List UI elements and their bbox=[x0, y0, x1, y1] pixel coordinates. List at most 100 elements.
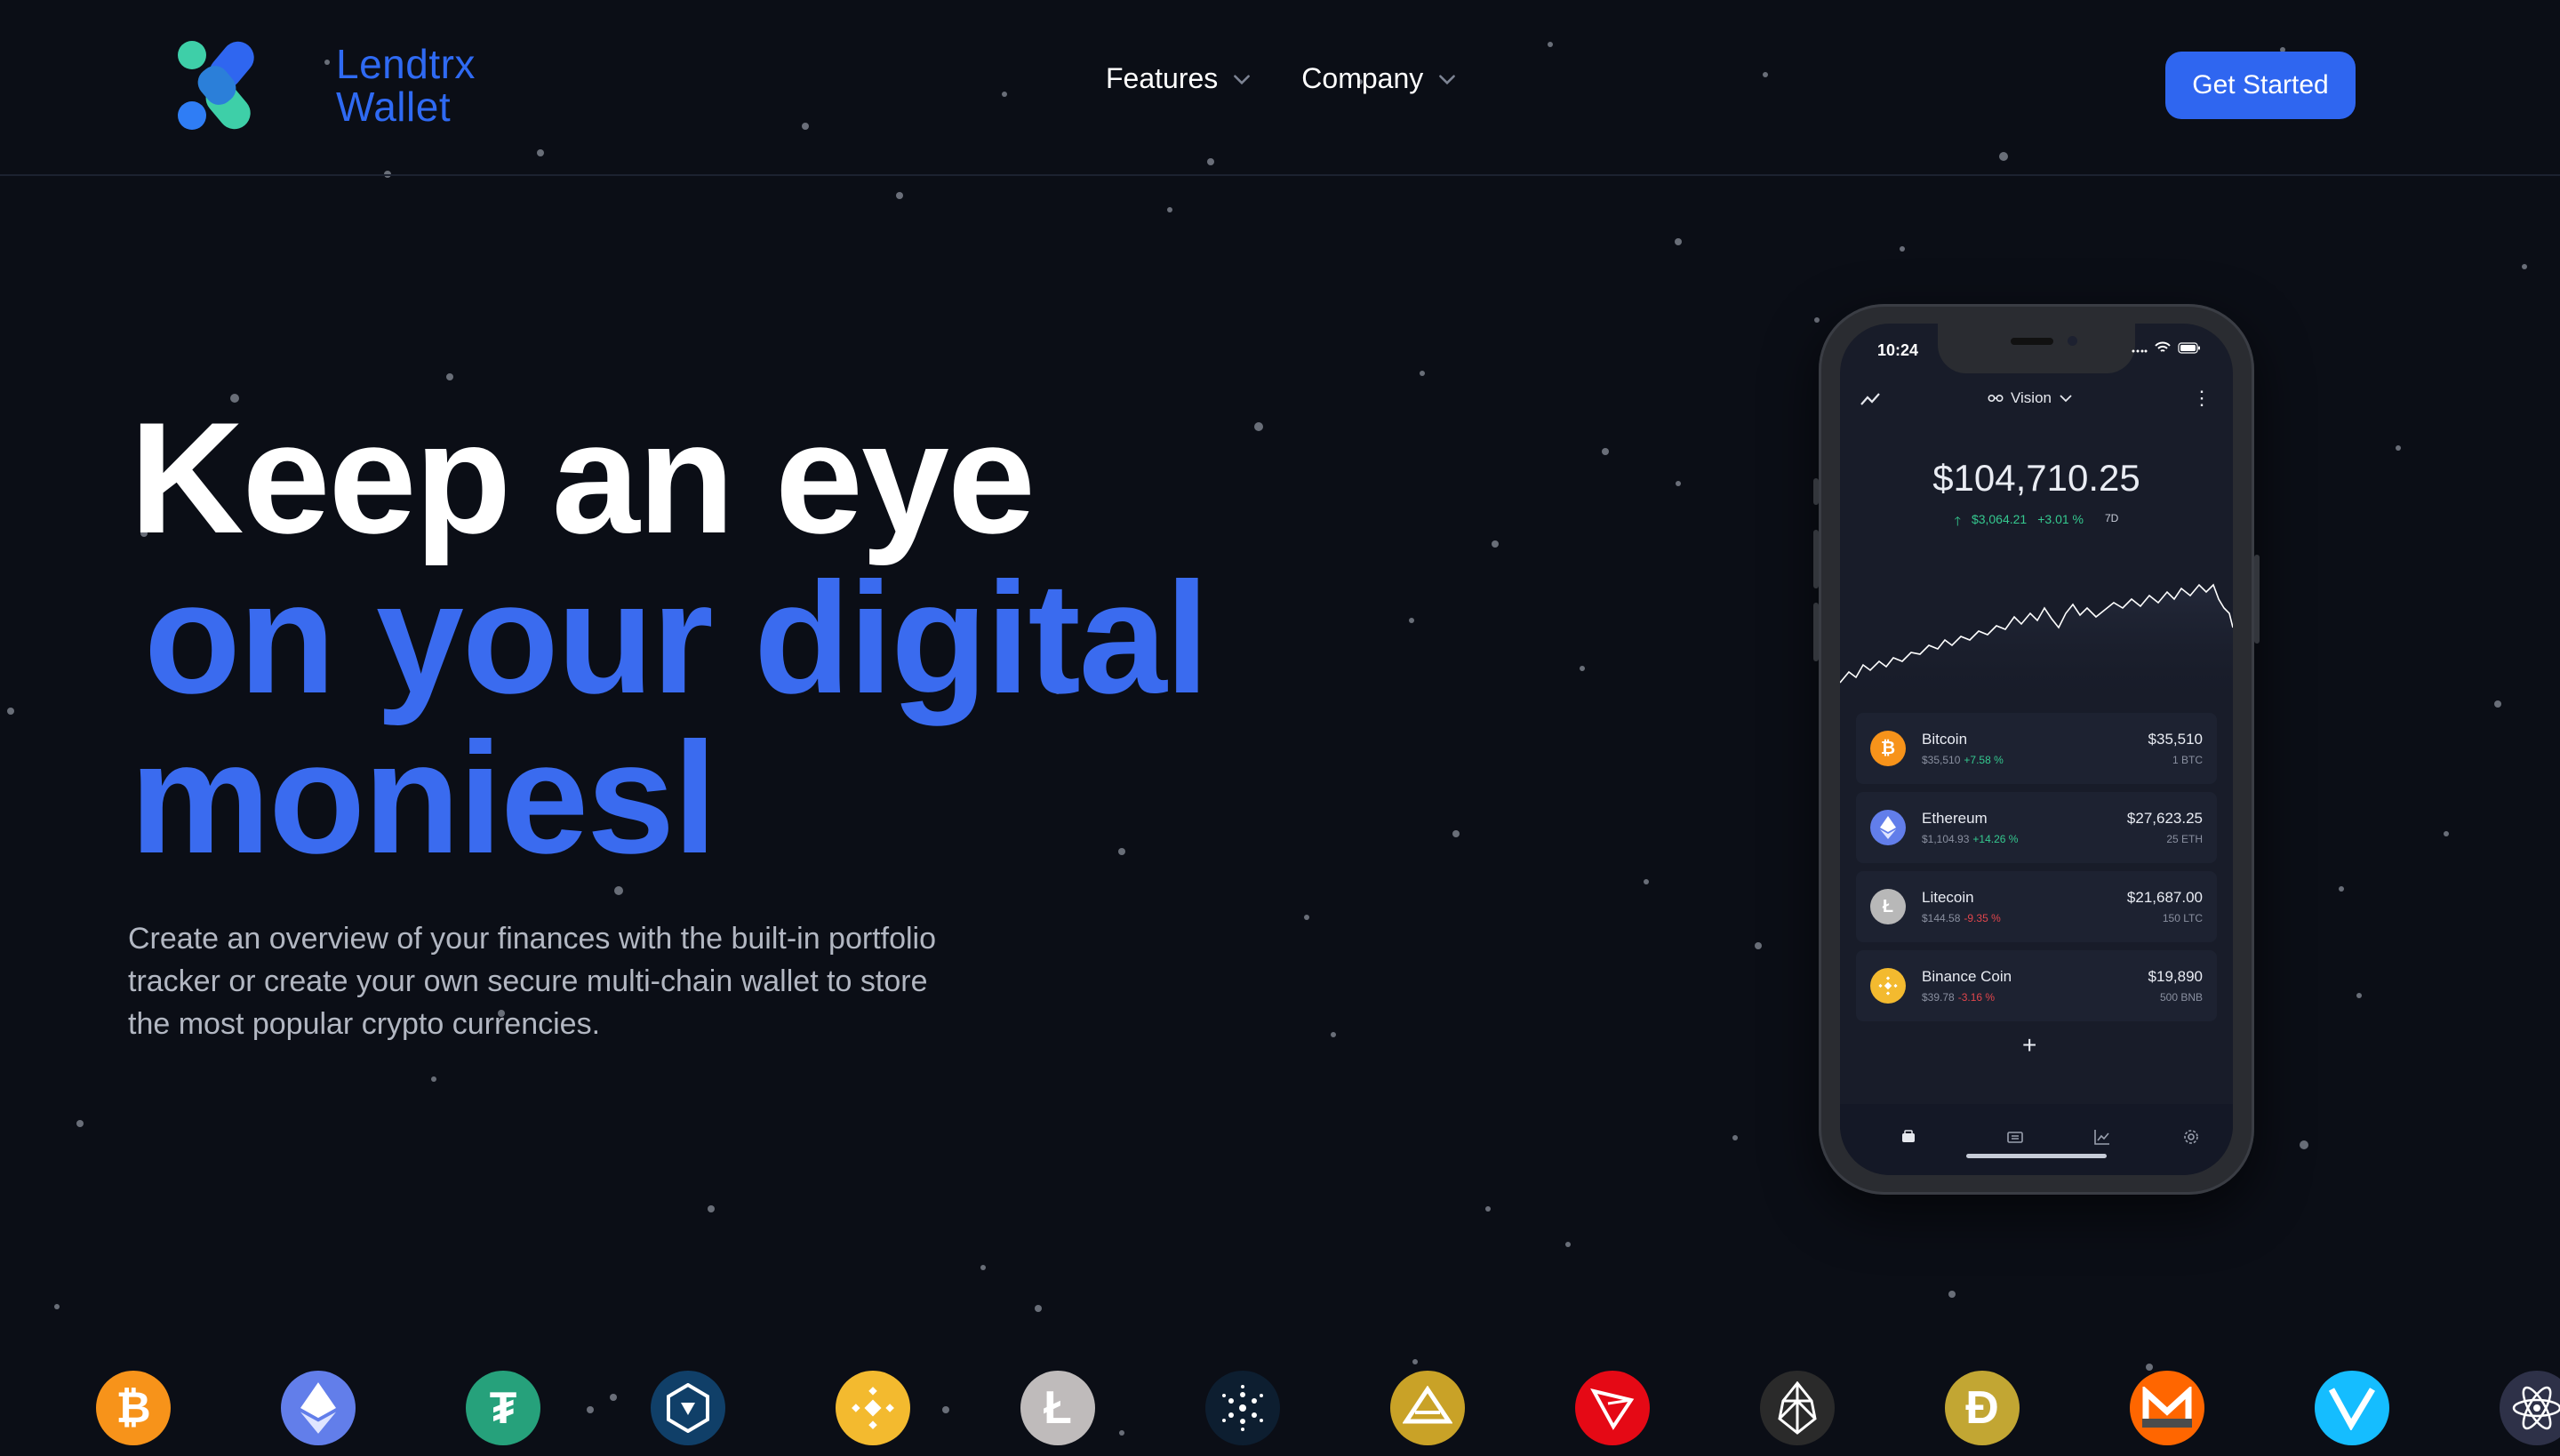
site-header: Lendtrx Wallet Features Company Get Star… bbox=[0, 0, 2560, 176]
coin-holding-value: $35,510 bbox=[2148, 731, 2203, 748]
lendtrx-logo-icon bbox=[178, 41, 254, 130]
coin-price: $39.78 -3.16 % bbox=[1922, 991, 1995, 1004]
coin-price-value: $144.58 bbox=[1922, 912, 1961, 924]
signal-icon bbox=[2132, 349, 2148, 353]
gold-coin-icon bbox=[1390, 1371, 1465, 1445]
tether-icon: ₮ bbox=[466, 1371, 540, 1445]
status-time: 10:24 bbox=[1877, 341, 1919, 359]
wifi-icon bbox=[2155, 341, 2171, 352]
coin-name: Bitcoin bbox=[1922, 731, 1968, 748]
get-started-button[interactable]: Get Started bbox=[2165, 52, 2356, 119]
add-coin-button[interactable]: + bbox=[2022, 1031, 2036, 1060]
nav-features-label: Features bbox=[1106, 62, 1219, 94]
phone-power-button bbox=[2254, 555, 2260, 644]
coin-row-litecoin[interactable]: Ł Litecoin $144.58 -9.35 % $21,687.00 150… bbox=[1856, 871, 2217, 942]
phone-notch bbox=[1938, 324, 2135, 373]
portfolio-selector[interactable]: Vision bbox=[1988, 389, 2073, 407]
chevron-down-icon bbox=[1439, 74, 1456, 84]
app-toolbar: Vision ⋮ bbox=[1840, 384, 2233, 420]
ethereum-icon bbox=[1870, 810, 1906, 845]
coin-price-value: $1,104.93 bbox=[1922, 833, 1970, 845]
binance-icon bbox=[1870, 968, 1906, 1004]
change-percent: +3.01 % bbox=[2037, 512, 2084, 526]
coin-price-change: +7.58 % bbox=[1964, 754, 2004, 766]
crypto-com-icon bbox=[651, 1371, 725, 1445]
coin-holding-amount: 150 LTC bbox=[2162, 912, 2203, 924]
chart-tab-icon[interactable] bbox=[2092, 1127, 2112, 1147]
hero-subtitle: Create an overview of your finances with… bbox=[128, 922, 937, 1041]
coin-price-change: -3.16 % bbox=[1957, 991, 1996, 1004]
nav-company[interactable]: Company bbox=[1301, 62, 1459, 95]
nav-company-label: Company bbox=[1301, 62, 1424, 94]
portfolio-chart bbox=[1840, 583, 2233, 706]
nav-features[interactable]: Features bbox=[1106, 62, 1253, 95]
coin-holding-amount: 1 BTC bbox=[2172, 754, 2203, 766]
home-indicator bbox=[1966, 1154, 2107, 1158]
settings-gear-icon[interactable] bbox=[2181, 1127, 2201, 1147]
period-selector[interactable]: 7D bbox=[2105, 512, 2118, 533]
coin-row-ethereum[interactable]: Ethereum $1,104.93 +14.26 % $27,623.25 25… bbox=[1856, 792, 2217, 863]
coin-price-value: $39.78 bbox=[1922, 991, 1955, 1004]
app-tab-bar bbox=[1840, 1104, 2233, 1175]
coin-price: $144.58 -9.35 % bbox=[1922, 912, 2001, 924]
glasses-icon bbox=[1988, 394, 2004, 403]
ethereum-icon bbox=[281, 1371, 356, 1445]
tron-icon bbox=[1575, 1371, 1650, 1445]
trend-icon[interactable] bbox=[1860, 391, 1883, 407]
change-amount: $3,064.21 bbox=[1971, 512, 2028, 526]
vechain-icon bbox=[2315, 1371, 2389, 1445]
portfolio-selector-label: Vision bbox=[2011, 389, 2052, 406]
coin-row-bitcoin[interactable]: ₿ Bitcoin $35,510 +7.58 % $35,510 1 BTC bbox=[1856, 713, 2217, 784]
coin-holding-value: $27,623.25 bbox=[2126, 810, 2203, 827]
phone-volume-down bbox=[1813, 603, 1819, 661]
phone-mockup: 10:24 Vision ⋮ $104,710.25 🡑 $3,064.21 +… bbox=[1813, 304, 2260, 1195]
coin-price-change: +14.26 % bbox=[1972, 833, 2019, 845]
cardano-icon bbox=[1205, 1371, 1280, 1445]
binance-glyph bbox=[1878, 976, 1898, 996]
portfolio-change: 🡑 $3,064.21 +3.01 % 7D bbox=[1840, 512, 2233, 533]
hero-heading-line1: Keep an eye bbox=[130, 389, 1036, 566]
coin-price: $1,104.93 +14.26 % bbox=[1922, 833, 2018, 845]
coin-holding-amount: 500 BNB bbox=[2159, 991, 2203, 1004]
battery-icon bbox=[2178, 341, 2200, 354]
coin-holding-value: $19,890 bbox=[2148, 968, 2203, 985]
litecoin-icon: Ł bbox=[1020, 1371, 1095, 1445]
coin-name: Litecoin bbox=[1922, 889, 1974, 906]
arrow-up-icon: 🡑 bbox=[1954, 514, 1961, 528]
cosmos-icon bbox=[2500, 1371, 2560, 1445]
phone-screen: 10:24 Vision ⋮ $104,710.25 🡑 $3,064.21 +… bbox=[1840, 324, 2233, 1175]
coin-holding-amount: 25 ETH bbox=[2166, 833, 2203, 845]
phone-speaker bbox=[2011, 338, 2053, 345]
coin-row-binance-coin[interactable]: Binance Coin $39.78 -3.16 % $19,890 500 B… bbox=[1856, 950, 2217, 1021]
bitcoin-icon: ₿ bbox=[1870, 731, 1906, 766]
hero-heading: Keep an eye on your digital moniesl bbox=[130, 389, 1209, 886]
phone-camera bbox=[2068, 336, 2077, 346]
main-nav: Features Company bbox=[1106, 62, 1459, 95]
eos-icon bbox=[1760, 1371, 1835, 1445]
more-options-icon[interactable]: ⋮ bbox=[2192, 388, 2212, 408]
phone-volume-up bbox=[1813, 530, 1819, 588]
chevron-down-icon bbox=[1234, 74, 1251, 84]
brand-logo[interactable]: Lendtrx Wallet bbox=[176, 39, 476, 132]
exchange-tab-icon[interactable] bbox=[2005, 1127, 2025, 1147]
status-icons bbox=[2132, 341, 2201, 354]
coin-price: $35,510 +7.58 % bbox=[1922, 754, 2004, 766]
hero-heading-line2: on your digital bbox=[144, 549, 1209, 726]
coin-name: Binance Coin bbox=[1922, 968, 2012, 985]
binance-icon bbox=[836, 1371, 910, 1445]
portfolio-balance: $104,710.25 bbox=[1932, 457, 2140, 499]
dogecoin-icon: Đ bbox=[1945, 1371, 2020, 1445]
ethereum-glyph bbox=[1880, 816, 1896, 839]
hero-heading-line3: moniesl bbox=[130, 709, 717, 886]
coin-name: Ethereum bbox=[1922, 810, 1988, 827]
wallet-tab-icon[interactable] bbox=[1899, 1127, 1918, 1147]
brand-name-line1: Lendtrx bbox=[336, 41, 476, 87]
coin-price-value: $35,510 bbox=[1922, 754, 1961, 766]
coin-list: ₿ Bitcoin $35,510 +7.58 % $35,510 1 BTC E… bbox=[1856, 713, 2217, 1029]
chevron-down-icon bbox=[2060, 395, 2072, 403]
supported-coins-strip: ₿ ₮ Ł Đ bbox=[0, 1371, 2560, 1456]
phone-mute-switch bbox=[1813, 478, 1819, 505]
coin-price-change: -9.35 % bbox=[1964, 912, 2001, 924]
litecoin-icon: Ł bbox=[1870, 889, 1906, 924]
coin-holding-value: $21,687.00 bbox=[2126, 889, 2203, 906]
